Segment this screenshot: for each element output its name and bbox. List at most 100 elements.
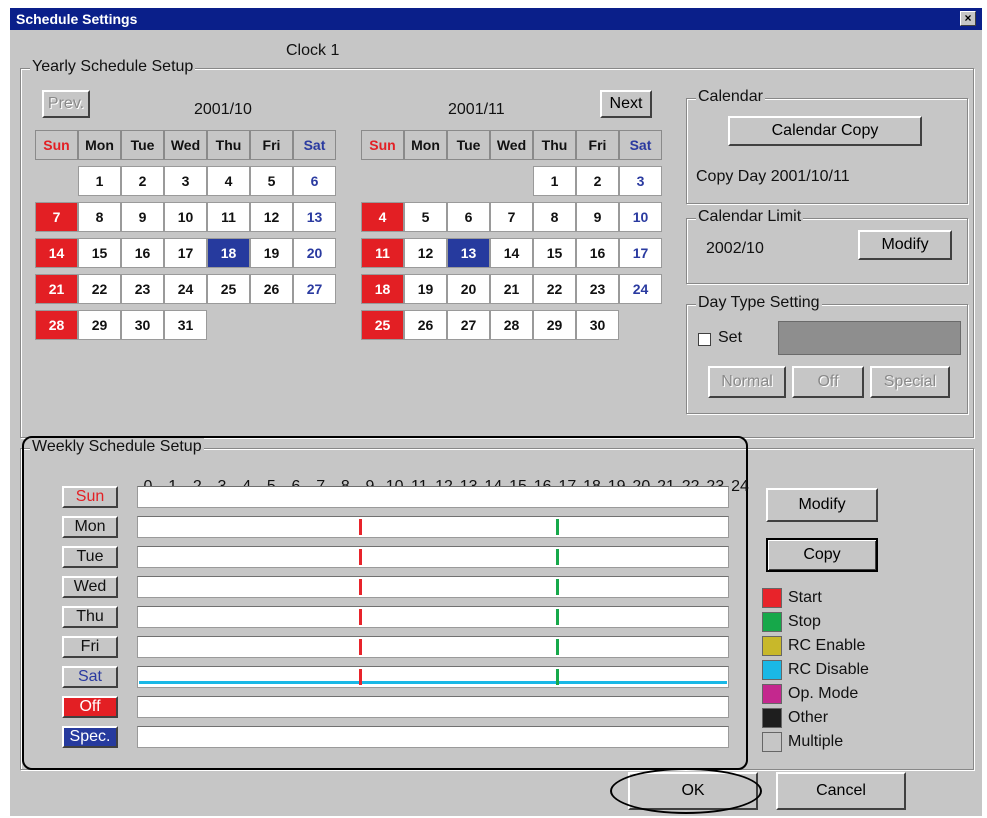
schedule-bar[interactable]	[137, 546, 729, 568]
stop-marker	[556, 639, 560, 655]
day-button-tue[interactable]: Tue	[62, 546, 118, 568]
calendar-limit-legend: Calendar Limit	[696, 208, 804, 226]
weekly-copy-button[interactable]: Copy	[766, 538, 878, 572]
calendar-day[interactable]: 23	[121, 274, 164, 304]
weekday-header-sat: Sat	[619, 130, 662, 160]
cancel-button[interactable]: Cancel	[776, 772, 906, 810]
schedule-bar[interactable]	[137, 576, 729, 598]
calendar-day[interactable]: 12	[250, 202, 293, 232]
calendar-day[interactable]: 10	[619, 202, 662, 232]
calendar-day[interactable]: 8	[78, 202, 121, 232]
calendar-day[interactable]: 28	[490, 310, 533, 340]
schedule-bar[interactable]	[137, 666, 729, 688]
calendar-day[interactable]: 4	[361, 202, 404, 232]
day-button-sun[interactable]: Sun	[62, 486, 118, 508]
calendar-day[interactable]: 22	[533, 274, 576, 304]
day-button-wed[interactable]: Wed	[62, 576, 118, 598]
calendar-day[interactable]: 13	[293, 202, 336, 232]
window-title: Schedule Settings	[16, 11, 138, 27]
calendar-day[interactable]: 8	[533, 202, 576, 232]
calendar-day[interactable]: 30	[121, 310, 164, 340]
set-checkbox[interactable]	[698, 333, 711, 346]
calendar-copy-button[interactable]: Calendar Copy	[728, 116, 922, 146]
calendar-day[interactable]: 3	[619, 166, 662, 196]
schedule-bar[interactable]	[137, 726, 729, 748]
calendar-day[interactable]: 29	[533, 310, 576, 340]
calendar-day[interactable]: 17	[619, 238, 662, 268]
calendar-day[interactable]: 30	[576, 310, 619, 340]
calendar-day[interactable]: 18	[361, 274, 404, 304]
calendar-day[interactable]: 4	[207, 166, 250, 196]
calendar-day[interactable]: 22	[78, 274, 121, 304]
calendar-day[interactable]: 9	[576, 202, 619, 232]
calendar-day[interactable]: 17	[164, 238, 207, 268]
calendar-day[interactable]: 6	[293, 166, 336, 196]
schedule-bar[interactable]	[137, 486, 729, 508]
calendar-day[interactable]: 26	[404, 310, 447, 340]
normal-button[interactable]: Normal	[708, 366, 786, 398]
calendar-day[interactable]: 27	[293, 274, 336, 304]
title-bar[interactable]: Schedule Settings ×	[10, 8, 982, 30]
day-button-sat[interactable]: Sat	[62, 666, 118, 688]
calendar-day[interactable]: 11	[207, 202, 250, 232]
weekday-header-sun: Sun	[361, 130, 404, 160]
calendar-day[interactable]: 21	[490, 274, 533, 304]
schedule-bar[interactable]	[137, 606, 729, 628]
calendar-day[interactable]: 19	[404, 274, 447, 304]
calendar-day[interactable]: 2	[576, 166, 619, 196]
calendar-day[interactable]: 25	[361, 310, 404, 340]
off-button[interactable]: Off	[792, 366, 864, 398]
calendar-day[interactable]: 6	[447, 202, 490, 232]
calendar-day[interactable]: 10	[164, 202, 207, 232]
day-button-fri[interactable]: Fri	[62, 636, 118, 658]
calendar-day[interactable]: 13	[447, 238, 490, 268]
calendar-day[interactable]: 5	[250, 166, 293, 196]
special-button[interactable]: Special	[870, 366, 950, 398]
calendar-day[interactable]: 26	[250, 274, 293, 304]
calendar-day[interactable]: 14	[35, 238, 78, 268]
calendar-day[interactable]: 14	[490, 238, 533, 268]
day-button-mon[interactable]: Mon	[62, 516, 118, 538]
calendar-day[interactable]: 20	[293, 238, 336, 268]
calendar-day[interactable]: 24	[619, 274, 662, 304]
calendar-day[interactable]: 11	[361, 238, 404, 268]
schedule-settings-window: Schedule Settings × Clock 1 Yearly Sched…	[10, 8, 982, 816]
day-button-spec[interactable]: Spec.	[62, 726, 118, 748]
calendar-day[interactable]: 21	[35, 274, 78, 304]
calendar-day[interactable]: 16	[121, 238, 164, 268]
calendar-legend: Calendar	[696, 88, 765, 106]
day-button-thu[interactable]: Thu	[62, 606, 118, 628]
calendar-day[interactable]: 7	[490, 202, 533, 232]
calendar-day[interactable]: 1	[78, 166, 121, 196]
close-icon[interactable]: ×	[960, 11, 976, 26]
calendar-day[interactable]: 31	[164, 310, 207, 340]
calendar-day[interactable]: 18	[207, 238, 250, 268]
calendar-day[interactable]: 29	[78, 310, 121, 340]
legend-swatch	[762, 708, 782, 728]
schedule-bar[interactable]	[137, 636, 729, 658]
calendar-day[interactable]: 23	[576, 274, 619, 304]
calendar-day[interactable]: 12	[404, 238, 447, 268]
calendar-day[interactable]: 1	[533, 166, 576, 196]
calendar-limit-modify-button[interactable]: Modify	[858, 230, 952, 260]
calendar-day[interactable]: 20	[447, 274, 490, 304]
calendar-day[interactable]: 28	[35, 310, 78, 340]
calendar-day[interactable]: 25	[207, 274, 250, 304]
calendar-day[interactable]: 5	[404, 202, 447, 232]
schedule-bar[interactable]	[137, 516, 729, 538]
calendar-day[interactable]: 19	[250, 238, 293, 268]
calendar-day[interactable]: 24	[164, 274, 207, 304]
calendar-day[interactable]: 2	[121, 166, 164, 196]
calendar-day[interactable]: 15	[533, 238, 576, 268]
schedule-bar[interactable]	[137, 696, 729, 718]
day-button-off[interactable]: Off	[62, 696, 118, 718]
calendar-day[interactable]: 15	[78, 238, 121, 268]
next-month-button[interactable]: Next	[600, 90, 652, 118]
weekly-modify-button[interactable]: Modify	[766, 488, 878, 522]
calendar-day[interactable]: 27	[447, 310, 490, 340]
calendar-day[interactable]: 7	[35, 202, 78, 232]
calendar-day[interactable]: 3	[164, 166, 207, 196]
calendar-day[interactable]: 16	[576, 238, 619, 268]
prev-month-button[interactable]: Prev.	[42, 90, 90, 118]
calendar-day[interactable]: 9	[121, 202, 164, 232]
